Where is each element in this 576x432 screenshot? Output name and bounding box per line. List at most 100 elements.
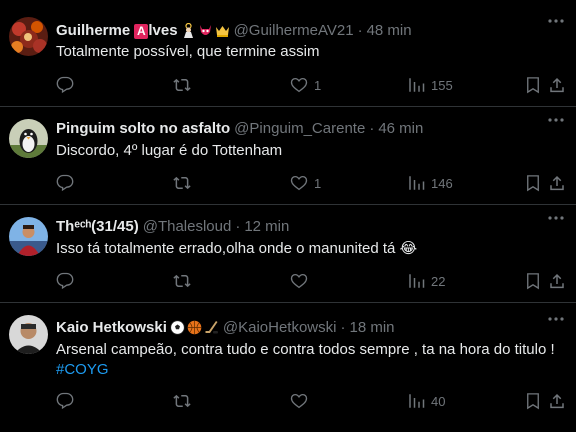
bookmark-button[interactable] bbox=[524, 391, 542, 411]
handle[interactable]: @KaioHetkowski bbox=[223, 319, 337, 336]
tweet-header: Kaio Hetkowski @KaioHetkowski · 18 min bbox=[56, 316, 566, 338]
share-button[interactable] bbox=[548, 391, 566, 411]
laughing-emoji: 😂 bbox=[399, 240, 418, 257]
like-icon bbox=[290, 77, 308, 93]
views-icon bbox=[409, 394, 425, 408]
tweet-text: Discordo, 4º lugar é do Tottenham bbox=[56, 142, 283, 159]
share-button[interactable] bbox=[548, 173, 566, 193]
handle[interactable]: @Thalesloud bbox=[143, 218, 232, 235]
tweet-text: Arsenal campeão, contra tudo e contra to… bbox=[56, 340, 566, 380]
tweet-text-body: Arsenal campeão, contra tudo e contra to… bbox=[56, 341, 555, 358]
reply-button[interactable] bbox=[56, 173, 80, 193]
share-icon bbox=[550, 175, 564, 191]
view-count: 155 bbox=[431, 77, 453, 93]
tweet-text-body: Isso tá totalmente errado,olha onde o ma… bbox=[56, 240, 396, 257]
separator: · bbox=[369, 119, 375, 137]
share-button[interactable] bbox=[548, 271, 566, 291]
view-count: 22 bbox=[431, 273, 446, 289]
tweet[interactable]: Kaio Hetkowski @KaioHetkowski · 18 min A… bbox=[0, 303, 576, 432]
like-button[interactable] bbox=[290, 271, 314, 291]
basketball-emoji-icon bbox=[187, 320, 202, 334]
display-name-part: lves bbox=[148, 21, 178, 39]
display-name[interactable]: Thᵉᶜʰ(31/45) bbox=[56, 218, 139, 235]
display-name[interactable]: Pinguim solto no asfalto bbox=[56, 120, 230, 137]
bookmark-icon bbox=[527, 77, 539, 94]
tweet-header: Guilherme Alves @GuilhermeAV21 · 48 min bbox=[56, 19, 566, 41]
like-button[interactable]: 1 bbox=[290, 75, 321, 95]
hashtag-link[interactable]: #COYG bbox=[56, 360, 566, 380]
avatar[interactable] bbox=[9, 217, 48, 256]
more-icon[interactable] bbox=[546, 215, 566, 221]
tweet-header: Thᵉᶜʰ(31/45) @Thalesloud · 12 min bbox=[56, 215, 566, 237]
like-icon bbox=[290, 273, 308, 289]
like-icon bbox=[290, 175, 308, 191]
tweet[interactable]: Guilherme Alves @GuilhermeAV21 · 48 min … bbox=[0, 0, 576, 107]
views-button[interactable]: 22 bbox=[407, 271, 445, 291]
hockey-emoji-icon bbox=[205, 320, 218, 333]
retweet-button[interactable] bbox=[173, 173, 197, 193]
like-button[interactable] bbox=[290, 391, 314, 411]
reply-icon bbox=[56, 392, 74, 410]
view-count: 40 bbox=[431, 393, 446, 409]
devil-mask-emoji-icon bbox=[199, 24, 211, 35]
display-name[interactable]: Guilherme Alves bbox=[56, 22, 178, 39]
reply-button[interactable] bbox=[56, 391, 80, 411]
views-button[interactable]: 146 bbox=[407, 173, 453, 193]
share-icon bbox=[550, 77, 564, 93]
share-icon bbox=[550, 273, 564, 289]
avatar[interactable] bbox=[9, 17, 48, 56]
retweet-button[interactable] bbox=[173, 75, 197, 95]
bookmark-button[interactable] bbox=[524, 173, 542, 193]
bookmark-icon bbox=[527, 175, 539, 192]
separator: · bbox=[235, 217, 241, 235]
bookmark-icon bbox=[527, 393, 539, 410]
more-icon[interactable] bbox=[546, 117, 566, 123]
share-button[interactable] bbox=[548, 75, 566, 95]
avatar[interactable] bbox=[9, 315, 48, 354]
avatar[interactable] bbox=[9, 119, 48, 158]
action-bar: 40 bbox=[56, 391, 566, 411]
separator: · bbox=[357, 21, 363, 39]
views-icon bbox=[409, 176, 425, 190]
views-icon bbox=[409, 78, 425, 92]
tweet[interactable]: Pinguim solto no asfalto @Pinguim_Carent… bbox=[0, 107, 576, 205]
saint-emoji-icon bbox=[183, 22, 193, 38]
separator: · bbox=[340, 318, 346, 336]
action-bar: 1 155 bbox=[56, 75, 566, 95]
display-name[interactable]: Kaio Hetkowski bbox=[56, 319, 167, 336]
bookmark-button[interactable] bbox=[524, 75, 542, 95]
views-button[interactable]: 40 bbox=[407, 391, 445, 411]
emoji-badges bbox=[181, 22, 230, 38]
share-icon bbox=[550, 393, 564, 409]
timestamp[interactable]: 48 min bbox=[367, 22, 412, 39]
views-button[interactable]: 155 bbox=[407, 75, 453, 95]
like-button[interactable]: 1 bbox=[290, 173, 321, 193]
action-bar: 22 bbox=[56, 271, 566, 291]
timestamp[interactable]: 12 min bbox=[244, 218, 289, 235]
retweet-icon bbox=[173, 394, 191, 408]
retweet-icon bbox=[173, 78, 191, 92]
timestamp[interactable]: 18 min bbox=[349, 319, 394, 336]
bookmark-button[interactable] bbox=[524, 271, 542, 291]
retweet-icon bbox=[173, 176, 191, 190]
action-bar: 1 146 bbox=[56, 173, 566, 193]
soccer-ball-emoji-icon bbox=[170, 319, 185, 335]
reply-icon bbox=[56, 272, 74, 290]
more-icon[interactable] bbox=[546, 18, 566, 24]
letter-a-emoji-badge: A bbox=[134, 23, 149, 39]
tweet[interactable]: Thᵉᶜʰ(31/45) @Thalesloud · 12 min Isso t… bbox=[0, 205, 576, 303]
bookmark-icon bbox=[527, 273, 539, 290]
retweet-button[interactable] bbox=[173, 271, 197, 291]
display-name-part: Guilherme bbox=[56, 21, 135, 39]
tweet-header: Pinguim solto no asfalto @Pinguim_Carent… bbox=[56, 117, 566, 139]
retweet-button[interactable] bbox=[173, 391, 197, 411]
reply-button[interactable] bbox=[56, 75, 80, 95]
reply-button[interactable] bbox=[56, 271, 80, 291]
handle[interactable]: @GuilhermeAV21 bbox=[234, 22, 354, 39]
timestamp[interactable]: 46 min bbox=[378, 120, 423, 137]
more-icon[interactable] bbox=[546, 316, 566, 322]
tweet-text: Isso tá totalmente errado,olha onde o ma… bbox=[56, 239, 566, 259]
crown-emoji-icon bbox=[215, 25, 229, 37]
retweet-icon bbox=[173, 274, 191, 288]
handle[interactable]: @Pinguim_Carente bbox=[234, 120, 365, 137]
